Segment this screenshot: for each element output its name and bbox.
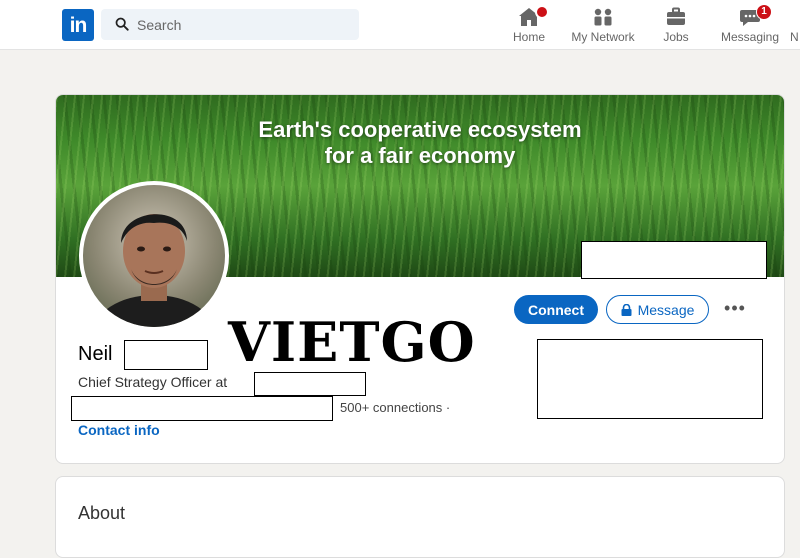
nav-label: My Network <box>571 30 635 44</box>
about-heading: About <box>78 503 126 523</box>
connections-count[interactable]: 500+ connections · <box>340 400 450 415</box>
about-card: About <box>55 476 785 558</box>
notification-badge: 1 <box>756 4 772 20</box>
banner-line-1: Earth's cooperative ecosystem <box>258 117 582 142</box>
nav-item-home[interactable]: Home <box>506 0 552 49</box>
linkedin-logo[interactable]: in <box>62 9 94 41</box>
top-nav-bar: in Home My Network Jobs <box>0 0 800 50</box>
message-label: Message <box>637 301 695 318</box>
contact-info-link[interactable]: Contact info <box>78 422 160 438</box>
nav-item-notifications[interactable]: N <box>790 0 800 49</box>
message-button[interactable]: Message <box>606 295 709 324</box>
redaction-box <box>71 396 333 421</box>
banner-text: Earth's cooperative ecosystem for a fair… <box>56 117 784 169</box>
redaction-box <box>537 339 763 419</box>
nav-item-jobs[interactable]: Jobs <box>656 0 696 49</box>
profile-name: Neil <box>78 343 113 365</box>
nav-item-messaging[interactable]: 1 Messaging <box>720 0 780 49</box>
nav-label: Jobs <box>663 30 689 44</box>
search-box[interactable] <box>101 9 359 40</box>
watermark-text: VIETGO <box>228 310 476 374</box>
briefcase-icon <box>667 7 685 25</box>
notification-dot <box>535 5 549 19</box>
search-icon <box>115 17 129 31</box>
redaction-box <box>581 241 767 279</box>
profile-card: Earth's cooperative ecosystem for a fair… <box>55 94 785 464</box>
nav-label: Messaging <box>720 30 780 44</box>
search-input[interactable] <box>137 9 347 40</box>
nav-item-my-network[interactable]: My Network <box>568 0 638 49</box>
banner-line-2: for a fair economy <box>324 143 516 168</box>
profile-headline: Chief Strategy Officer at <box>78 374 228 390</box>
redaction-box <box>124 340 208 370</box>
profile-photo[interactable] <box>79 181 229 331</box>
person-silhouette <box>93 214 215 327</box>
more-options-button[interactable]: ••• <box>722 299 748 319</box>
nav-label: N <box>790 30 799 44</box>
connect-button[interactable]: Connect <box>514 295 598 324</box>
lock-icon <box>621 303 632 316</box>
redaction-box <box>254 372 366 396</box>
network-icon <box>594 8 612 26</box>
nav-label: Home <box>512 30 545 44</box>
